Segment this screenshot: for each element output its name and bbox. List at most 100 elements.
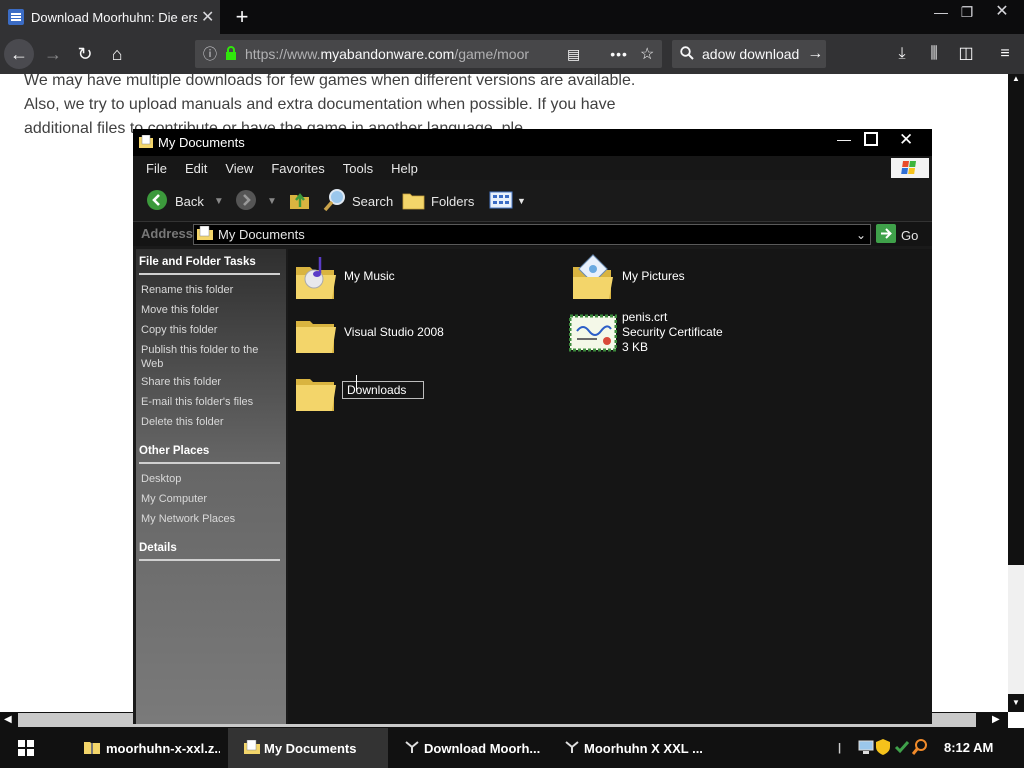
tab-close-icon[interactable]: ✕ xyxy=(201,7,214,27)
search-go-arrow-icon[interactable]: → xyxy=(807,45,823,63)
tray-search-icon[interactable] xyxy=(911,739,928,758)
search-button[interactable]: Search xyxy=(323,188,394,213)
back-button[interactable]: Back ▼ xyxy=(146,189,224,213)
task-download-moorhuhn[interactable]: Download Moorh... xyxy=(400,728,550,768)
task-rename-folder[interactable]: Rename this folder xyxy=(141,283,233,297)
views-button[interactable]: ▼ xyxy=(489,189,526,213)
url-bar[interactable]: ⓘ https://www.myabandonware.com/game/moo… xyxy=(195,40,662,68)
downloads-icon[interactable]: ⤓ xyxy=(890,42,914,66)
menu-help[interactable]: Help xyxy=(391,161,418,176)
my-pictures-folder-icon[interactable] xyxy=(571,253,615,301)
certificate-type: Security Certificate xyxy=(622,325,723,339)
up-folder-button[interactable] xyxy=(289,189,311,213)
certificate-name: penis.crt xyxy=(622,310,668,324)
menu-tools[interactable]: Tools xyxy=(343,161,373,176)
reader-view-icon[interactable]: ▤ xyxy=(567,46,580,63)
go-button[interactable]: Go xyxy=(876,224,918,246)
other-places-header[interactable]: Other Places xyxy=(139,445,209,457)
task-publish-folder[interactable]: Publish this folder to the xyxy=(141,343,258,357)
explorer-window: My Documents — ✕ File Edit View Favorite… xyxy=(133,129,932,724)
address-value: My Documents xyxy=(218,227,305,242)
explorer-title: My Documents xyxy=(158,135,245,150)
go-label: Go xyxy=(901,227,919,243)
folders-icon xyxy=(402,189,426,214)
back-dropdown-icon[interactable]: ▼ xyxy=(214,196,224,207)
tray-security-icon[interactable] xyxy=(894,739,910,758)
sidebar-icon[interactable]: ◫ xyxy=(954,42,978,66)
tray-shield-icon[interactable] xyxy=(876,739,890,758)
task-move-folder[interactable]: Move this folder xyxy=(141,303,219,317)
info-icon[interactable]: ⓘ xyxy=(203,44,217,64)
menu-view[interactable]: View xyxy=(225,161,253,176)
address-dropdown-icon[interactable]: ⌄ xyxy=(856,228,866,242)
menu-hamburger-icon[interactable]: ≡ xyxy=(993,42,1017,66)
task-delete-folder[interactable]: Delete this folder xyxy=(141,415,224,429)
search-bar[interactable]: adow download → xyxy=(672,40,826,68)
visual-studio-label[interactable]: Visual Studio 2008 xyxy=(344,325,444,339)
close-window-icon[interactable]: ✕ xyxy=(986,0,1018,26)
address-input[interactable]: My Documents ⌄ xyxy=(193,224,871,245)
page-actions-icon[interactable]: ••• xyxy=(610,46,628,62)
place-my-computer[interactable]: My Computer xyxy=(141,492,207,506)
menu-file[interactable]: File xyxy=(146,161,167,176)
forward-dropdown-icon[interactable]: ▼ xyxy=(267,196,277,207)
tray-network-icon[interactable] xyxy=(858,739,874,758)
downloads-folder-icon[interactable] xyxy=(294,369,338,413)
details-header[interactable]: Details xyxy=(139,542,177,554)
explorer-title-bar[interactable]: My Documents xyxy=(133,129,932,156)
folders-button[interactable]: Folders xyxy=(402,189,474,213)
rename-input[interactable]: Downloads xyxy=(342,381,424,399)
certificate-info[interactable]: penis.crt Security Certificate 3 KB xyxy=(622,310,723,355)
my-music-label[interactable]: My Music xyxy=(344,269,395,283)
explorer-close-icon[interactable]: ✕ xyxy=(899,130,913,150)
certificate-size: 3 KB xyxy=(622,340,649,354)
url-path: /game/moor xyxy=(454,46,530,62)
views-dropdown-icon[interactable]: ▼ xyxy=(517,196,526,206)
home-icon[interactable]: ⌂ xyxy=(102,39,132,69)
task-email-files[interactable]: E-mail this folder's files xyxy=(141,395,253,409)
scroll-left-icon[interactable]: ◀ xyxy=(4,712,12,728)
task-label-game: Moorhuhn X XXL ... xyxy=(584,740,703,756)
browser-forward-button[interactable]: → xyxy=(38,39,68,69)
tasks-header[interactable]: File and Folder Tasks xyxy=(139,256,256,268)
task-moorhuhn-zip[interactable]: moorhuhn-x-xxl.z... xyxy=(80,728,220,768)
task-share-folder[interactable]: Share this folder xyxy=(141,375,221,389)
place-desktop[interactable]: Desktop xyxy=(141,472,181,486)
new-tab-button[interactable]: + xyxy=(230,4,254,30)
search-input[interactable]: adow download xyxy=(702,46,799,62)
restore-icon[interactable]: ❐ xyxy=(951,0,983,26)
back-label: Back xyxy=(175,193,204,209)
browser-back-button[interactable]: ← xyxy=(4,39,34,69)
address-bar: Address My Documents ⌄ Go xyxy=(133,222,932,246)
explorer-minimize-icon[interactable]: — xyxy=(837,131,851,147)
explorer-maximize-icon[interactable] xyxy=(864,132,878,146)
reload-icon[interactable]: ↻ xyxy=(70,39,100,69)
task-my-documents[interactable]: My Documents xyxy=(228,728,388,768)
my-pictures-label[interactable]: My Pictures xyxy=(622,269,685,283)
browser-tab[interactable]: Download Moorhuhn: Die erst ✕ xyxy=(0,0,220,34)
scrollbar-thumb[interactable] xyxy=(1008,85,1024,565)
scroll-right-icon[interactable]: ▶ xyxy=(992,712,1000,728)
scroll-down-icon[interactable]: ▼ xyxy=(1008,694,1024,712)
menu-edit[interactable]: Edit xyxy=(185,161,207,176)
bookmark-star-icon[interactable]: ☆ xyxy=(640,44,654,64)
task-label-zip: moorhuhn-x-xxl.z... xyxy=(106,740,220,756)
my-music-folder-icon[interactable] xyxy=(294,253,338,301)
forward-arrow-icon xyxy=(235,189,257,214)
task-copy-folder[interactable]: Copy this folder xyxy=(141,323,217,337)
url-text: https://www.myabandonware.com/game/moor xyxy=(245,46,545,62)
forward-button[interactable]: ▼ xyxy=(235,189,277,213)
library-icon[interactable]: ⫼ xyxy=(922,42,946,66)
certificate-file-icon[interactable] xyxy=(568,313,618,353)
place-my-network-places[interactable]: My Network Places xyxy=(141,512,235,526)
menu-favorites[interactable]: Favorites xyxy=(271,161,324,176)
task-publish-folder-web[interactable]: Web xyxy=(141,357,163,371)
visual-studio-folder-icon[interactable] xyxy=(294,311,338,355)
task-moorhuhn-game[interactable]: Moorhuhn X XXL ... xyxy=(560,728,710,768)
back-arrow-icon xyxy=(146,189,168,214)
taskbar-clock[interactable]: 8:12 AM xyxy=(944,740,993,755)
tray-expand-icon[interactable]: | xyxy=(838,742,841,754)
start-windows-icon[interactable] xyxy=(18,740,34,759)
scroll-up-icon[interactable]: ▲ xyxy=(1008,74,1024,85)
search-label: Search xyxy=(352,193,394,209)
